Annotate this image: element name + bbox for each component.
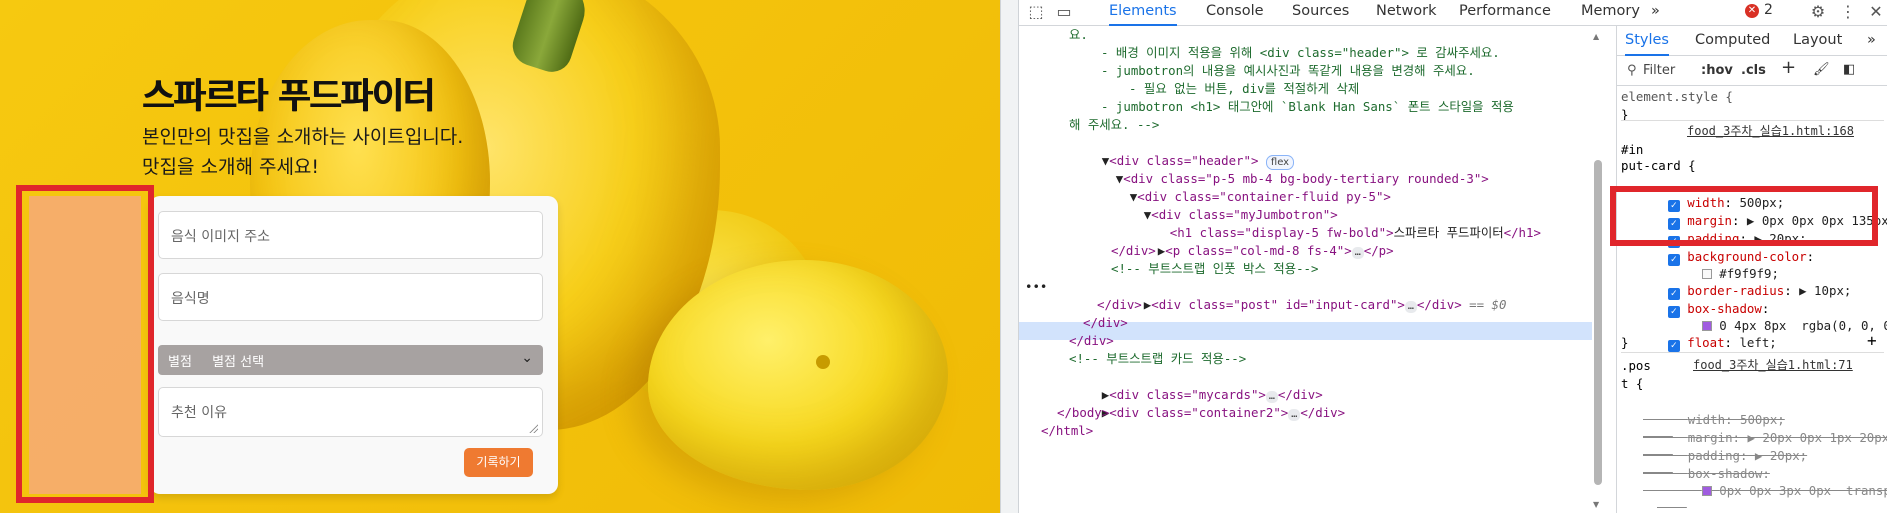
- dom-node-input-card[interactable]: ▶<div class="post" id="input-card">… </di…: [1099, 278, 1506, 314]
- red-annotation-box-right: [1610, 186, 1878, 246]
- tab-memory[interactable]: Memory: [1581, 0, 1640, 26]
- subtitle-line-1: 본인만의 맛집을 소개하는 사이트입니다.: [142, 126, 464, 148]
- node-actions-icon[interactable]: •••: [1025, 278, 1047, 296]
- image-url-input[interactable]: 음식 이미지 주소: [158, 211, 543, 259]
- error-count[interactable]: 2: [1764, 2, 1773, 18]
- dom-close-div: </div>: [1097, 297, 1142, 312]
- dom-close-div: </div>: [1083, 315, 1128, 330]
- dom-tree: 요. - 배경 이미지 적용을 위해 <div class="header"> …: [1019, 26, 1592, 513]
- tab-layout[interactable]: Layout: [1793, 32, 1842, 50]
- dom-comment-line: 요.: [1069, 27, 1088, 42]
- rule-source-link[interactable]: food_3주차_실습1.html:71: [1693, 357, 1853, 375]
- dom-close-div: </div>: [1069, 333, 1114, 348]
- more-tabs-icon[interactable]: »: [1651, 0, 1660, 26]
- styles-filter-bar: ⚲ Filter :hov .cls + 🖌 ◧: [1617, 56, 1887, 86]
- dom-node-p5[interactable]: ▼<div class="p-5 mb-4 bg-body-tertiary r…: [1071, 152, 1489, 186]
- rule-selector[interactable]: t {: [1621, 375, 1643, 393]
- dom-comment-line: <!-- 부트스트랩 인풋 박스 적용-->: [1111, 261, 1319, 276]
- scroll-down-icon[interactable]: ▼: [1593, 500, 1599, 509]
- hover-state-toggle[interactable]: :hov: [1701, 62, 1733, 80]
- devtools-toolbar: ⬚ ▭ Elements Console Sources Network Per…: [1019, 0, 1887, 26]
- tab-console[interactable]: Console: [1206, 0, 1264, 26]
- rule-selector[interactable]: #in: [1621, 141, 1643, 159]
- dom-comment-line: - 배경 이미지 적용을 위해 <div class="header"> 로 감…: [1101, 45, 1500, 60]
- rule-selector[interactable]: .pos: [1621, 357, 1651, 375]
- rule-selector[interactable]: put-card {: [1621, 157, 1696, 175]
- chevron-down-icon: ⌄: [521, 350, 533, 366]
- shadow-editor-icon[interactable]: [1701, 485, 1712, 496]
- tab-performance[interactable]: Performance: [1459, 0, 1551, 26]
- background-lemon-tip: [816, 355, 830, 369]
- subtitle-line-2: 맛집을 소개해 주세요!: [142, 156, 320, 178]
- dom-comment-line: - jumbotron의 내용을 예시사진과 똑같게 내용을 변경해 주세요.: [1101, 63, 1475, 78]
- tab-elements[interactable]: Elements: [1109, 0, 1177, 26]
- tab-computed[interactable]: Computed: [1695, 32, 1770, 50]
- dom-comment-line: - jumbotron <h1> 태그안에 `Blank Han Sans` 폰…: [1101, 99, 1514, 114]
- close-brace: }: [1621, 335, 1629, 350]
- food-name-input[interactable]: 음식명: [158, 273, 543, 321]
- rating-selected-value: 별점 선택: [212, 355, 265, 370]
- tab-styles[interactable]: Styles: [1625, 32, 1669, 56]
- tab-network[interactable]: Network: [1376, 0, 1437, 26]
- collapsed-children-badge[interactable]: …: [1404, 301, 1417, 314]
- tab-sources[interactable]: Sources: [1292, 0, 1349, 26]
- add-property-icon[interactable]: +: [1867, 332, 1877, 350]
- rule-divider: [1621, 120, 1884, 121]
- styles-pane: Styles Computed Layout » ⚲ Filter :hov .…: [1616, 26, 1887, 513]
- toggle-sidebar-icon[interactable]: ◧: [1843, 61, 1855, 79]
- dom-comment-line: - 필요 없는 버튼, div를 적절하게 삭제: [1129, 81, 1360, 96]
- page-subtitle: 본인만의 맛집을 소개하는 사이트입니다. 맛집을 소개해 주세요!: [142, 122, 463, 182]
- collapsed-children-badge[interactable]: …: [1351, 247, 1364, 260]
- property-checkbox[interactable]: ✓: [1667, 339, 1680, 352]
- device-toolbar-icon[interactable]: ▭: [1053, 2, 1075, 22]
- reason-placeholder: 추천 이유: [171, 405, 227, 421]
- error-icon[interactable]: ✕: [1745, 4, 1759, 18]
- rating-select[interactable]: 별점 별점 선택 ⌄: [158, 345, 543, 375]
- rule-divider: [1621, 352, 1884, 353]
- dom-comment-line: <!-- 부트스트랩 카드 적용-->: [1069, 351, 1247, 366]
- page-title: 스파르타 푸드파이터: [142, 77, 435, 117]
- dom-node-container2[interactable]: ▶<div class="container2">… </div>: [1057, 386, 1345, 422]
- settings-gear-icon[interactable]: ⚙: [1807, 2, 1829, 22]
- class-toggle[interactable]: .cls: [1741, 62, 1766, 80]
- new-rule-icon[interactable]: +: [1781, 59, 1796, 77]
- selected-node-ref: == $0: [1469, 297, 1507, 313]
- close-icon[interactable]: ✕: [1865, 2, 1887, 22]
- styles-tabs: Styles Computed Layout »: [1617, 26, 1887, 56]
- reason-textarea[interactable]: 추천 이유: [158, 387, 543, 437]
- inspect-element-icon[interactable]: ⬚: [1025, 2, 1047, 22]
- dom-node-myjumbotron[interactable]: ▼<div class="myJumbotron">: [1099, 188, 1338, 222]
- paint-brush-icon[interactable]: 🖌: [1813, 61, 1830, 79]
- dom-scrollbar[interactable]: [1594, 160, 1602, 485]
- overridden-value-continued[interactable]: 0px 0px 3px 0px transp: [1657, 464, 1887, 513]
- filter-icon: ⚲: [1627, 63, 1637, 78]
- dom-close-body: </body>: [1057, 405, 1110, 420]
- save-button[interactable]: 기록하기: [464, 448, 533, 477]
- dom-close-div: </div>: [1111, 243, 1156, 258]
- browser-viewport: 스파르타 푸드파이터 본인만의 맛집을 소개하는 사이트입니다. 맛집을 소개해…: [0, 0, 1000, 513]
- red-annotation-box-left: [16, 185, 154, 503]
- collapsed-children-badge[interactable]: …: [1288, 409, 1301, 422]
- input-card: 음식 이미지 주소 음식명 별점 별점 선택 ⌄ 추천 이유 기록하기: [150, 196, 558, 494]
- dom-node-header[interactable]: ▼<div class="header"> flex: [1057, 134, 1295, 171]
- rating-label: 별점: [168, 355, 192, 370]
- dom-node-h1[interactable]: <h1 class="display-5 fw-bold">스파르타 푸드파이터…: [1125, 206, 1541, 240]
- dom-node-container-fluid[interactable]: ▼<div class="container-fluid py-5">: [1085, 170, 1391, 204]
- panel-divider[interactable]: [1000, 0, 1019, 513]
- rule-source-link[interactable]: food_3주차_실습1.html:168: [1687, 123, 1854, 141]
- dom-comment-line: 해 주세요. -->: [1069, 117, 1160, 132]
- dom-node-p[interactable]: ▶<p class="col-md-8 fs-4">… </p>: [1113, 224, 1394, 260]
- more-panels-icon[interactable]: »: [1867, 32, 1876, 50]
- food-name-placeholder: 음식명: [171, 291, 210, 307]
- styles-filter-input[interactable]: Filter: [1643, 62, 1675, 80]
- more-options-icon[interactable]: ⋮: [1837, 2, 1859, 22]
- element-style-selector[interactable]: element.style {: [1621, 88, 1733, 106]
- dom-node-mycards[interactable]: ▶<div class="mycards">… </div>: [1057, 368, 1323, 404]
- devtools-panel: ⬚ ▭ Elements Console Sources Network Per…: [1019, 0, 1887, 513]
- resize-grip-icon[interactable]: [528, 423, 538, 433]
- image-url-placeholder: 음식 이미지 주소: [171, 229, 271, 245]
- dom-close-html: </html>: [1041, 423, 1094, 438]
- scroll-up-icon[interactable]: ▲: [1593, 32, 1599, 41]
